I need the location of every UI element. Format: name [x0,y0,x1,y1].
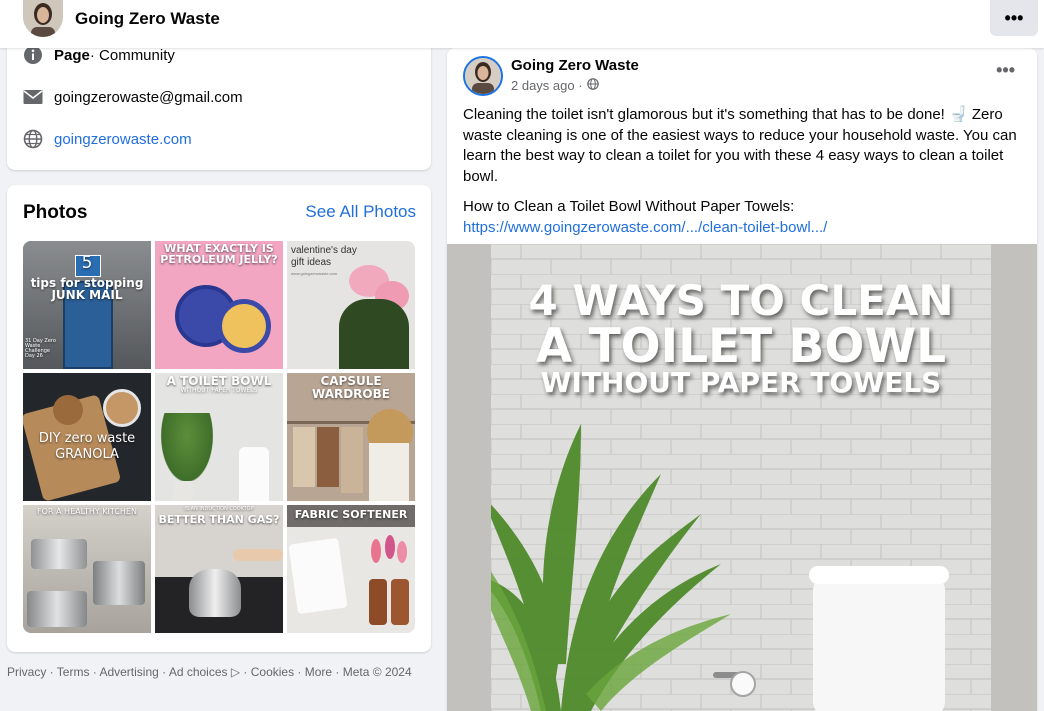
tile-caption-secondary: BETTER THAN GAS? [158,513,280,526]
photo-tile-valentines[interactable]: valentine's day gift ideas www.goingzero… [287,241,415,369]
post-time-text[interactable]: 2 days ago · [511,78,583,93]
email-text[interactable]: goingzerowaste@gmail.com [54,89,243,106]
globe-icon [586,78,599,93]
page-header-bar: Going Zero Waste ••• [0,0,1044,48]
tile-caption: tips for stopping JUNK MAIL [30,276,144,302]
tile-caption-number: 5 [81,253,93,273]
photo-tile-capsule-wardrobe[interactable]: CAPSULE WARDROBE [287,373,415,501]
envelope-icon [23,87,43,107]
post-author-name[interactable]: Going Zero Waste [511,57,639,74]
post-image-content: 4 WAYS TO CLEAN A TOILET BOWL WITHOUT PA… [491,244,991,711]
tile-caption: CAPSULE WARDROBE [312,374,390,401]
post-image[interactable]: 4 WAYS TO CLEAN A TOILET BOWL WITHOUT PA… [447,244,1037,711]
photo-tile-petroleum-jelly[interactable]: WHAT EXACTLY IS PETROLEUM JELLY? [155,241,283,369]
globe-icon [23,129,43,149]
photo-tile-healthy-kitchen[interactable]: FOR A HEALTHY KITCHEN [23,505,151,633]
page-category-label: · Community [89,46,175,64]
tile-caption: FABRIC SOFTENER [294,508,408,521]
page-type-label: Page [54,46,90,64]
tile-small-caption: www.goingzerowaste.com [291,271,338,276]
footer-links[interactable]: Privacy · Terms · Advertising · Ad choic… [7,664,427,680]
photo-tile-junk-mail[interactable]: 5 tips for stopping JUNK MAIL 31 Day Zer… [23,241,151,369]
email-row: goingzerowaste@gmail.com [23,87,243,107]
tile-small-caption: 31 Day Zero Waste Challenge Day 26 [25,338,56,359]
post-options-button[interactable]: ••• [996,60,1015,81]
tile-caption: IS AN INDUCTION COOKTOP [184,506,254,512]
post-card: Going Zero Waste 2 days ago · ••• Cleani… [447,48,1037,711]
post-link-label: How to Clean a Toilet Bowl Without Paper… [463,198,795,215]
photo-tile-toilet-bowl[interactable]: A TOILET BOWL WITHOUT PAPER TOWELS [155,373,283,501]
photo-tile-fabric-softener[interactable]: FABRIC SOFTENER [287,505,415,633]
more-horizontal-icon: ••• [996,60,1015,80]
more-horizontal-icon: ••• [1004,7,1024,28]
post-timestamp: 2 days ago · [511,78,599,93]
tile-caption: valentine's day gift ideas [291,245,357,268]
website-link[interactable]: goingzerowaste.com [54,131,192,148]
photo-grid: 5 tips for stopping JUNK MAIL 31 Day Zer… [23,241,415,633]
post-article-link[interactable]: https://www.goingzerowaste.com/.../clean… [463,218,1023,239]
image-headline-line1: 4 WAYS TO CLEAN [528,276,954,325]
photo-tile-granola[interactable]: DIY zero waste GRANOLA [23,373,151,501]
tile-caption: FOR A HEALTHY KITCHEN [37,507,137,516]
page-category-row: Page · Community [23,45,175,65]
tile-small-caption: WITHOUT PAPER TOWELS [180,387,258,394]
intro-card: Page · Community goingzerowaste@gmail.co… [7,30,431,170]
page-title[interactable]: Going Zero Waste [75,9,220,29]
photos-heading: Photos [23,202,88,223]
more-options-button[interactable]: ••• [990,0,1038,36]
tile-caption: WHAT EXACTLY IS PETROLEUM JELLY? [160,242,278,266]
post-paragraph: Cleaning the toilet isn't glamorous but … [463,106,1017,185]
post-author-avatar[interactable] [463,56,503,96]
info-icon [23,45,43,65]
page-avatar[interactable] [23,0,63,37]
image-headline-line3: WITHOUT PAPER TOWELS [540,366,942,399]
tile-caption: A TOILET BOWL [166,374,272,388]
post-body: Cleaning the toilet isn't glamorous but … [463,105,1023,238]
photos-card: Photos See All Photos 5 tips for stoppin… [7,185,431,652]
see-all-photos-link[interactable]: See All Photos [305,202,416,222]
tile-caption: DIY zero waste GRANOLA [38,431,136,463]
photo-tile-induction-cooktop[interactable]: IS AN INDUCTION COOKTOP BETTER THAN GAS? [155,505,283,633]
website-row: goingzerowaste.com [23,129,192,149]
